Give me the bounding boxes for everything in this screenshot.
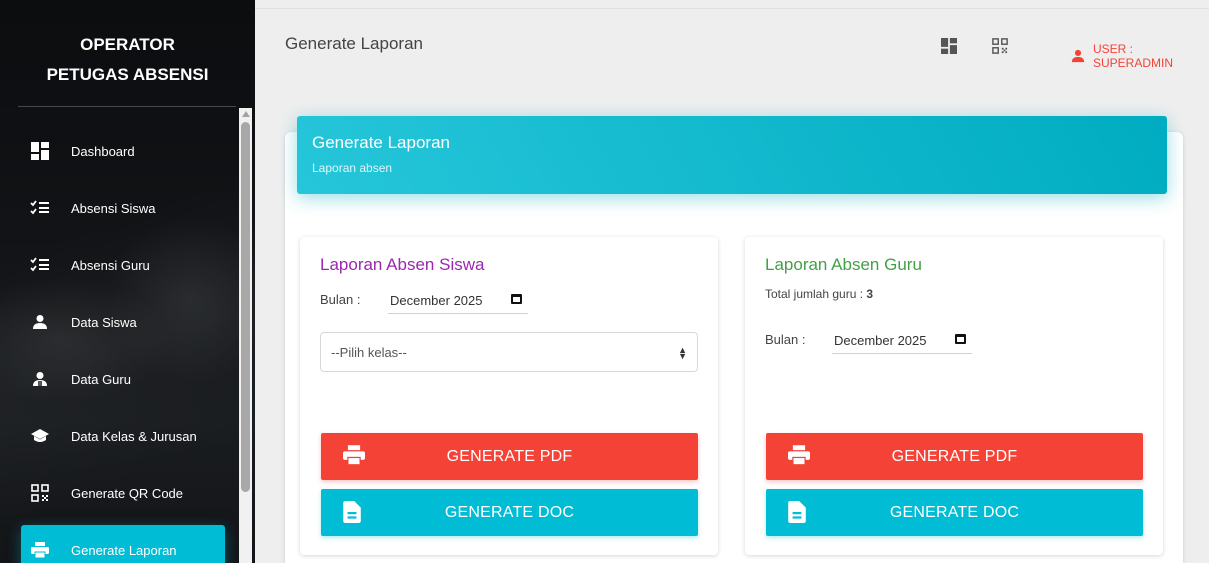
graduation-cap-icon	[29, 425, 51, 447]
bulan-label: Bulan :	[320, 292, 361, 307]
guru-generate-pdf-button[interactable]: GENERATE PDF	[766, 433, 1143, 480]
sidebar-item-data-kelas[interactable]: Data Kelas & Jurusan	[21, 411, 225, 461]
brand-line-1: OPERATOR	[80, 35, 175, 54]
brand: OPERATOR PETUGAS ABSENSI	[0, 10, 255, 106]
sidebar-scrollbar[interactable]	[239, 108, 252, 563]
sidebar-item-label: Data Kelas & Jurusan	[71, 428, 197, 444]
sidebar: OPERATOR PETUGAS ABSENSI Dashboard Absen…	[0, 0, 255, 563]
panel-title-siswa: Laporan Absen Siswa	[320, 255, 485, 274]
button-label: GENERATE PDF	[891, 447, 1018, 465]
sidebar-item-qr-code[interactable]: Generate QR Code	[21, 468, 225, 518]
sidebar-item-label: Absensi Guru	[71, 257, 150, 273]
total-guru-value: 3	[866, 287, 874, 301]
user-label: USER : SUPERADMIN	[1093, 42, 1174, 70]
qr-code-icon	[992, 38, 1008, 59]
panel-laporan-guru: Laporan Absen Guru Total jumlah guru : 3…	[745, 237, 1163, 555]
guru-generate-doc-button[interactable]: GENERATE DOC	[766, 489, 1143, 536]
dashboard-icon	[941, 38, 957, 59]
button-label: GENERATE DOC	[444, 503, 575, 521]
total-guru-label: Total jumlah guru :	[765, 287, 867, 301]
brand-line-2: PETUGAS ABSENSI	[46, 65, 209, 84]
calendar-icon[interactable]	[511, 294, 522, 304]
dashboard-shortcut-button[interactable]	[941, 38, 957, 59]
document-icon	[788, 501, 810, 523]
scroll-thumb[interactable]	[241, 122, 250, 492]
sidebar-item-label: Data Guru	[71, 371, 131, 387]
qr-shortcut-button[interactable]	[992, 38, 1008, 59]
bulan-guru-input[interactable]: December 2025	[832, 327, 972, 354]
document-icon	[343, 501, 365, 523]
dashboard-icon	[29, 140, 51, 162]
calendar-icon[interactable]	[955, 334, 966, 344]
sidebar-item-label: Data Siswa	[71, 314, 137, 330]
sidebar-item-dashboard[interactable]: Dashboard	[21, 126, 225, 176]
sidebar-item-data-siswa[interactable]: Data Siswa	[21, 297, 225, 347]
topbar-divider	[255, 8, 1209, 9]
bulan-value: December 2025	[834, 332, 927, 348]
page-title: Generate Laporan	[285, 34, 423, 53]
card-title: Generate Laporan	[312, 133, 450, 152]
kelas-select[interactable]: --Pilih kelas-- ▲ ▼	[320, 332, 698, 372]
user-menu-button[interactable]: USER : SUPERADMIN	[1071, 42, 1209, 70]
sidebar-item-absensi-guru[interactable]: Absensi Guru	[21, 240, 225, 290]
printer-icon	[788, 445, 810, 467]
bulan-label: Bulan :	[765, 332, 806, 347]
printer-icon	[343, 445, 365, 467]
sidebar-item-label: Generate QR Code	[71, 485, 184, 501]
printer-icon	[29, 539, 51, 561]
scroll-up-arrow-icon[interactable]	[242, 111, 250, 117]
bulan-siswa-input[interactable]: December 2025	[388, 287, 528, 314]
button-label: GENERATE PDF	[446, 447, 573, 465]
total-guru-text: Total jumlah guru : 3	[765, 287, 873, 301]
kelas-select-value: --Pilih kelas--	[331, 344, 407, 360]
person-icon	[29, 311, 51, 333]
siswa-generate-pdf-button[interactable]: GENERATE PDF	[321, 433, 698, 480]
panel-laporan-siswa: Laporan Absen Siswa Bulan : December 202…	[300, 237, 718, 555]
siswa-generate-doc-button[interactable]: GENERATE DOC	[321, 489, 698, 536]
card-subtitle: Laporan absen	[312, 161, 393, 175]
sidebar-item-generate-laporan[interactable]: Generate Laporan	[21, 525, 225, 563]
checklist-icon	[29, 197, 51, 219]
bulan-value: December 2025	[390, 292, 483, 308]
select-arrows-icon: ▲ ▼	[678, 345, 687, 361]
brand-divider	[18, 106, 236, 107]
button-label: GENERATE DOC	[889, 503, 1020, 521]
person-badge-icon	[29, 368, 51, 390]
sidebar-item-label: Absensi Siswa	[71, 200, 156, 216]
checklist-icon	[29, 254, 51, 276]
main-content: Generate Laporan USER : SUPERADMIN Gener…	[255, 0, 1209, 563]
card-header: Generate Laporan Laporan absen	[297, 116, 1167, 194]
user-icon	[1071, 49, 1085, 63]
sidebar-item-data-guru[interactable]: Data Guru	[21, 354, 225, 404]
sidebar-item-absensi-siswa[interactable]: Absensi Siswa	[21, 183, 225, 233]
sidebar-item-label: Dashboard	[71, 143, 135, 159]
qr-code-icon	[29, 482, 51, 504]
sidebar-item-label: Generate Laporan	[71, 542, 177, 558]
panel-title-guru: Laporan Absen Guru	[765, 255, 922, 274]
